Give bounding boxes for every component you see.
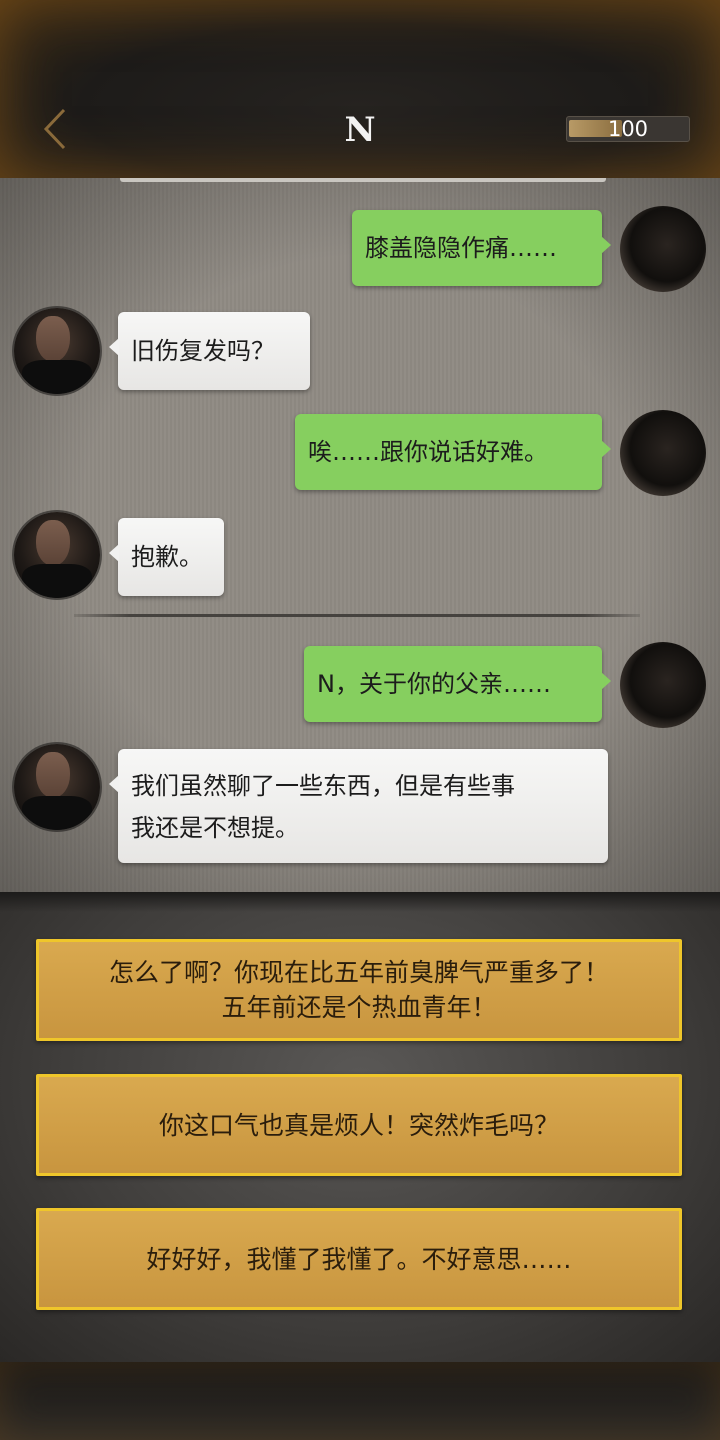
chat-title: N xyxy=(344,110,376,150)
energy-value: 100 xyxy=(607,117,649,141)
option-text: 你这口气也真是烦人！突然炸毛吗？ xyxy=(158,1110,559,1140)
section-divider xyxy=(74,614,640,617)
message-bubble-n: 旧伤复发吗？ xyxy=(109,312,310,390)
chevron-left-icon xyxy=(43,108,66,150)
top-bar: N 100 xyxy=(0,0,720,178)
option-text-line1: 怎么了啊？你现在比五年前臭脾气严重多了！ xyxy=(108,958,609,987)
message-text: 唉……跟你说话好难。 xyxy=(308,438,548,466)
message-text: 旧伤复发吗？ xyxy=(131,337,275,365)
player-avatar xyxy=(620,642,706,728)
option-text: 好好好，我懂了我懂了。不好意思…… xyxy=(146,1244,572,1274)
message-text: 膝盖隐隐作痛…… xyxy=(365,234,557,262)
player-avatar xyxy=(620,206,706,292)
message-bubble-self: 唉……跟你说话好难。 xyxy=(295,414,611,490)
message-text-line1: 我们虽然聊了一些东西，但是有些事 xyxy=(131,772,515,800)
n-avatar xyxy=(14,744,100,830)
option-text-line2: 五年前还是个热血青年！ xyxy=(221,993,497,1022)
reply-options-panel: 怎么了啊？你现在比五年前臭脾气严重多了！ 五年前还是个热血青年！ 你这口气也真是… xyxy=(0,892,720,1362)
message-text: 抱歉。 xyxy=(131,543,203,571)
player-avatar xyxy=(620,410,706,496)
n-avatar xyxy=(14,512,100,598)
torn-edge xyxy=(0,892,720,912)
n-avatar xyxy=(14,308,100,394)
energy-meter: 100 xyxy=(566,116,690,142)
bottom-bar xyxy=(0,1362,720,1440)
previous-bubble-edge xyxy=(120,178,606,182)
message-bubble-self: N，关于你的父亲…… xyxy=(304,646,611,722)
reply-option-2[interactable]: 你这口气也真是烦人！突然炸毛吗？ xyxy=(36,1074,682,1176)
message-text: N，关于你的父亲…… xyxy=(317,670,551,698)
message-bubble-n: 抱歉。 xyxy=(109,518,224,596)
chat-area[interactable]: 膝盖隐隐作痛…… 旧伤复发吗？ 唉……跟你说话好难。 抱歉。 N，关于你的父亲…… xyxy=(0,178,720,892)
back-button[interactable] xyxy=(38,106,78,152)
message-text-line2: 我还是不想提。 xyxy=(131,814,299,842)
reply-option-3[interactable]: 好好好，我懂了我懂了。不好意思…… xyxy=(36,1208,682,1310)
message-bubble-self: 膝盖隐隐作痛…… xyxy=(352,210,611,286)
message-bubble-n: 我们虽然聊了一些东西，但是有些事 我还是不想提。 xyxy=(109,749,608,863)
reply-option-1[interactable]: 怎么了啊？你现在比五年前臭脾气严重多了！ 五年前还是个热血青年！ xyxy=(36,939,682,1041)
